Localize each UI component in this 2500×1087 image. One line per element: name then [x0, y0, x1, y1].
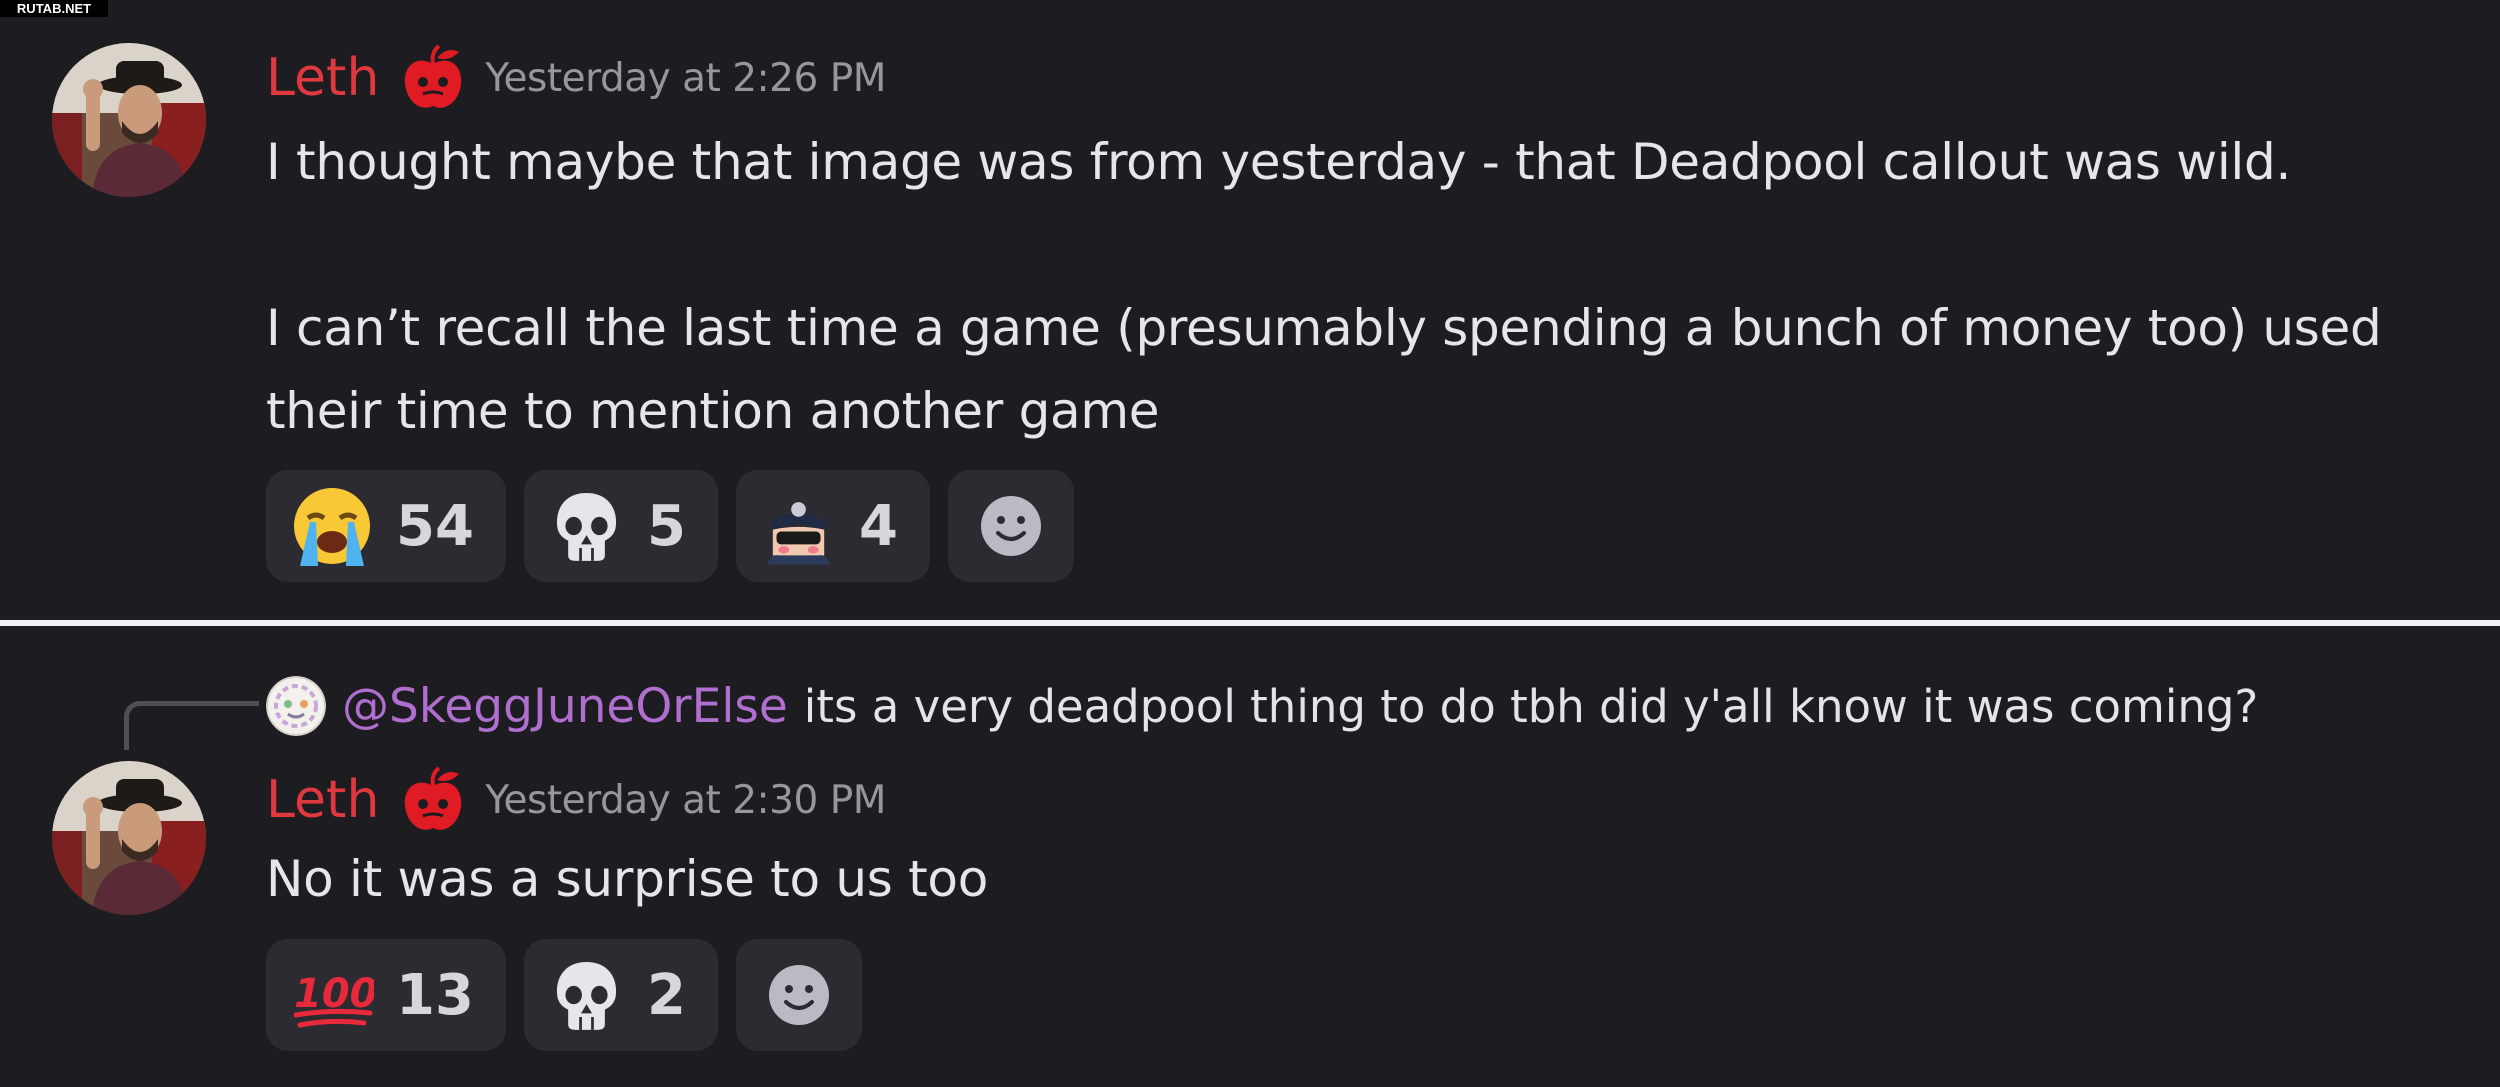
- message-blank-line: [266, 204, 2381, 287]
- reaction-count: 54: [396, 493, 474, 559]
- message-header: Leth Yesterday at 2:26 PM: [266, 43, 886, 113]
- reactions-bar: 100 13 2: [266, 939, 862, 1051]
- reaction-skull[interactable]: 5: [524, 470, 718, 582]
- reactions-bar: 54 5 4: [266, 470, 1074, 582]
- reaction-hundred[interactable]: 100 13: [266, 939, 506, 1051]
- skull-icon: [556, 961, 617, 1030]
- watermark: RUTAB.NET: [0, 0, 108, 17]
- hundred-points-icon: 100: [293, 971, 374, 1028]
- loudly-crying-face-icon: [294, 488, 370, 566]
- avatar-photo-icon: [52, 761, 206, 915]
- reaction-cop-cat[interactable]: 4: [736, 470, 930, 582]
- reaction-skull[interactable]: 2: [524, 939, 718, 1051]
- avatar[interactable]: [52, 761, 206, 915]
- cop-cat-emote-icon: [767, 502, 830, 565]
- add-reaction-smiley-icon: [981, 496, 1041, 556]
- avatar[interactable]: [52, 43, 206, 197]
- reaction-crying[interactable]: 54: [266, 470, 506, 582]
- reaction-count: 4: [859, 493, 898, 559]
- message-2: Leth Yesterday at 2:30 PM No it was a su…: [0, 626, 2500, 1087]
- message-content: No it was a surprise to us too: [266, 838, 988, 921]
- skull-icon: [556, 492, 617, 561]
- reaction-count: 13: [396, 962, 474, 1028]
- add-reaction-button[interactable]: [736, 939, 862, 1051]
- message-1: Leth Yesterday at 2:26 PM I thought mayb…: [0, 0, 2500, 620]
- message-line: I can’t recall the last time a game (pre…: [266, 299, 2382, 357]
- message-line: No it was a surprise to us too: [266, 850, 988, 908]
- message-content: I thought maybe that image was from yest…: [266, 121, 2382, 453]
- add-reaction-smiley-icon: [769, 965, 829, 1025]
- apple-role-icon: [405, 44, 462, 108]
- add-reaction-button[interactable]: [948, 470, 1074, 582]
- timestamp[interactable]: Yesterday at 2:30 PM: [485, 778, 886, 823]
- message-line: their time to mention another game: [266, 382, 1160, 440]
- reaction-count: 5: [647, 493, 686, 559]
- reaction-count: 2: [647, 962, 686, 1028]
- message-line: I thought maybe that image was from yest…: [266, 133, 2292, 191]
- username[interactable]: Leth: [266, 48, 379, 108]
- username[interactable]: Leth: [266, 770, 379, 830]
- timestamp[interactable]: Yesterday at 2:26 PM: [485, 56, 886, 101]
- message-header: Leth Yesterday at 2:30 PM: [266, 765, 886, 835]
- avatar-photo-icon: [52, 43, 206, 197]
- apple-role-icon: [405, 766, 462, 830]
